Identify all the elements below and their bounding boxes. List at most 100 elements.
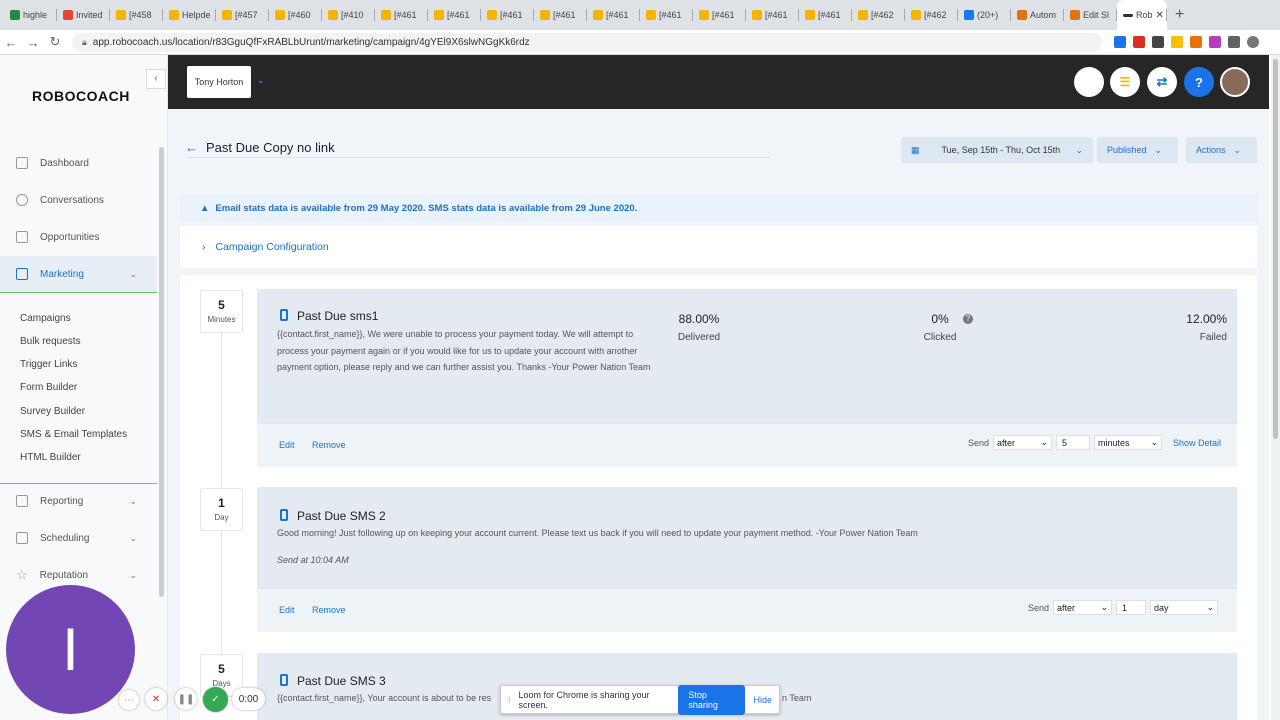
- forward-arrow-icon[interactable]: →: [22, 35, 44, 50]
- location-switcher[interactable]: Tony Horton: [187, 66, 251, 98]
- sidebar-scrollbar[interactable]: [159, 147, 164, 597]
- step-name[interactable]: Past Due SMS 2: [297, 509, 386, 523]
- profile-icon[interactable]: [1247, 36, 1259, 48]
- divider: [185, 157, 770, 158]
- reload-icon[interactable]: ↻: [44, 34, 66, 50]
- browser-tab[interactable]: [#462: [852, 0, 905, 30]
- more-options-icon[interactable]: ⋯: [119, 690, 139, 710]
- remove-link[interactable]: Remove: [312, 440, 346, 450]
- browser-tab[interactable]: [#461: [534, 0, 587, 30]
- sidebar-subitem-trigger-links[interactable]: Trigger Links: [20, 359, 77, 370]
- chat-icon: [16, 194, 28, 206]
- step-name[interactable]: Past Due SMS 3: [297, 674, 386, 688]
- favicon-icon: [752, 10, 762, 20]
- extension-icon[interactable]: [1152, 36, 1164, 48]
- browser-tab[interactable]: [#461: [481, 0, 534, 30]
- sidebar-item-conversations[interactable]: Conversations: [0, 182, 157, 218]
- send-amount-input[interactable]: 5: [1056, 435, 1091, 450]
- step-name[interactable]: Past Due sms1: [297, 309, 378, 323]
- help-circle-icon[interactable]: ?: [963, 314, 973, 324]
- extension-icon[interactable]: [1114, 36, 1126, 48]
- tab-label: [#461: [447, 10, 470, 20]
- tasks-icon[interactable]: ☰: [1110, 67, 1140, 97]
- pause-icon[interactable]: ❚❚: [175, 688, 197, 710]
- browser-tab[interactable]: Helpde: [163, 0, 216, 30]
- browser-tab[interactable]: [#458: [110, 0, 163, 30]
- sidebar-item-reporting[interactable]: Reporting ⌄: [0, 483, 157, 519]
- sidebar-item-scheduling[interactable]: Scheduling ⌄: [0, 520, 157, 556]
- blank-circle-button[interactable]: [1074, 67, 1104, 97]
- camera-bubble[interactable]: I: [6, 585, 135, 714]
- status-label: Published: [1107, 145, 1147, 155]
- send-at-text: Send at 10:04 AM: [277, 555, 349, 565]
- puzzle-icon[interactable]: [1228, 36, 1240, 48]
- delay-unit: Days: [212, 679, 231, 688]
- edit-link[interactable]: Edit: [279, 440, 295, 450]
- send-when-select[interactable]: after ⌄: [1053, 600, 1113, 615]
- browser-tab-active[interactable]: Rob ✕: [1117, 0, 1167, 30]
- browser-tab[interactable]: [#410: [322, 0, 375, 30]
- hide-button[interactable]: Hide: [753, 695, 772, 705]
- extension-icon[interactable]: [1209, 36, 1221, 48]
- status-dropdown[interactable]: Published ⌄: [1097, 137, 1178, 163]
- sidebar-item-opportunities[interactable]: Opportunities: [0, 219, 157, 255]
- browser-tab[interactable]: [#461: [587, 0, 640, 30]
- sidebar-item-label: Scheduling: [40, 532, 90, 544]
- actions-dropdown[interactable]: Actions ⌄: [1186, 137, 1257, 163]
- finish-recording-icon[interactable]: ✓: [203, 687, 228, 712]
- campaign-configuration-toggle[interactable]: › Campaign Configuration: [180, 226, 1257, 268]
- collapse-sidebar-button[interactable]: ‹: [146, 69, 166, 89]
- stop-sharing-button[interactable]: Stop sharing: [678, 684, 746, 715]
- browser-tab[interactable]: [#460: [269, 0, 322, 30]
- sidebar-subitem-form-builder[interactable]: Form Builder: [20, 382, 77, 393]
- browser-tab[interactable]: (20+): [958, 0, 1011, 30]
- sidebar-subitem-templates[interactable]: SMS & Email Templates: [20, 429, 127, 440]
- date-range-picker[interactable]: ▦ Tue, Sep 15th - Thu, Oct 15th ⌄: [901, 137, 1093, 163]
- browser-tab[interactable]: [#461: [640, 0, 693, 30]
- sidebar-subitem-bulk-requests[interactable]: Bulk requests: [20, 336, 81, 347]
- help-button[interactable]: ?: [1184, 67, 1214, 97]
- browser-tab[interactable]: [#461: [799, 0, 852, 30]
- show-detail-link[interactable]: Show Detail: [1173, 438, 1221, 448]
- send-amount-input[interactable]: 1: [1116, 600, 1147, 615]
- cancel-recording-icon[interactable]: ✕: [145, 688, 167, 710]
- remove-link[interactable]: Remove: [312, 605, 346, 615]
- sidebar-item-marketing[interactable]: Marketing ⌄: [0, 256, 157, 292]
- browser-tab[interactable]: Autom: [1011, 0, 1064, 30]
- sidebar-subitem-campaigns[interactable]: Campaigns: [20, 313, 71, 324]
- extension-icon[interactable]: [1133, 36, 1145, 48]
- scrollbar-thumb[interactable]: [1273, 59, 1278, 439]
- back-arrow-icon[interactable]: ←: [185, 140, 198, 155]
- browser-tab[interactable]: highle: [4, 0, 57, 30]
- new-tab-icon[interactable]: +: [1175, 6, 1184, 24]
- browser-tab[interactable]: Edit Sl: [1064, 0, 1117, 30]
- browser-tab[interactable]: [#461: [693, 0, 746, 30]
- browser-tab[interactable]: [#462: [905, 0, 958, 30]
- phone-icon: [280, 674, 288, 686]
- browser-tab[interactable]: [#461: [746, 0, 799, 30]
- send-unit-select[interactable]: day ⌄: [1150, 600, 1219, 615]
- page-scrollbar[interactable]: [1271, 55, 1280, 720]
- browser-tab[interactable]: [#461: [428, 0, 481, 30]
- close-icon[interactable]: ✕: [1156, 10, 1164, 21]
- drag-handle-icon[interactable]: ⁞: [508, 695, 511, 705]
- chevron-down-icon[interactable]: ⌄: [257, 75, 265, 86]
- switch-icon[interactable]: ⇄: [1147, 67, 1177, 97]
- send-unit-select[interactable]: minutes ⌄: [1094, 435, 1163, 450]
- extension-icon[interactable]: [1171, 36, 1183, 48]
- sidebar-subitem-survey-builder[interactable]: Survey Builder: [20, 406, 85, 417]
- extension-icon[interactable]: [1190, 36, 1202, 48]
- sidebar-subitem-html-builder[interactable]: HTML Builder: [20, 452, 81, 463]
- back-arrow-icon[interactable]: ←: [0, 35, 22, 50]
- sidebar-item-dashboard[interactable]: Dashboard: [0, 145, 157, 181]
- browser-tab[interactable]: [#457: [216, 0, 269, 30]
- browser-tab[interactable]: [#461: [375, 0, 428, 30]
- send-when-select[interactable]: after ⌄: [993, 435, 1053, 450]
- stat-label: Clicked: [923, 332, 957, 343]
- address-bar[interactable]: 🔒︎ app.robocoach.us/location/r83GguQfFxR…: [72, 32, 1102, 52]
- divider: [0, 292, 157, 293]
- calendar-icon: ▦: [911, 144, 920, 155]
- browser-tab[interactable]: Invited: [57, 0, 110, 30]
- user-avatar[interactable]: [1220, 67, 1250, 97]
- edit-link[interactable]: Edit: [279, 605, 295, 615]
